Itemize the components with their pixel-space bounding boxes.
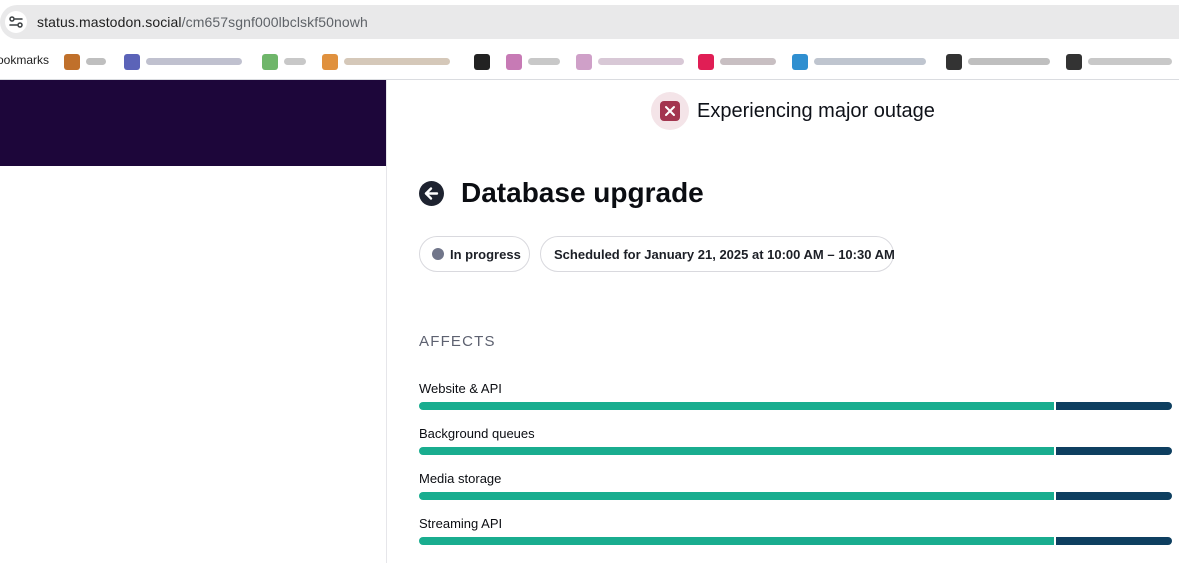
bookmark-item[interactable] — [698, 51, 780, 71]
system-status-banner: Experiencing major outage — [651, 92, 935, 130]
maintenance-segment[interactable] — [1056, 447, 1172, 455]
status-dot-icon — [432, 248, 444, 260]
affected-component: Media storage — [419, 471, 1172, 501]
arrow-left-icon — [424, 186, 439, 200]
operational-segment[interactable] — [419, 447, 1054, 455]
bookmark-obscured-label — [284, 58, 306, 65]
component-name: Streaming API — [419, 516, 503, 531]
bookmark-favicon-icon — [262, 54, 278, 70]
affected-component: Streaming API — [419, 516, 1172, 546]
bookmark-obscured-label — [598, 58, 684, 65]
url-host: status.mastodon.social — [37, 14, 182, 30]
bookmark-item[interactable] — [474, 51, 496, 71]
bookmark-item[interactable] — [576, 51, 686, 71]
bookmark-favicon-icon — [946, 54, 962, 70]
page: status.mastodon.social/cm657sgnf000lbcls… — [0, 0, 1179, 563]
component-name: Website & API — [419, 381, 502, 396]
maintenance-segment[interactable] — [1056, 492, 1172, 500]
bookmark-item[interactable] — [946, 51, 1052, 71]
site-settings-icon[interactable] — [5, 11, 27, 33]
bookmark-item[interactable] — [262, 51, 310, 71]
bookmark-item[interactable] — [124, 51, 248, 71]
bookmark-obscured-label — [344, 58, 450, 65]
status-text: Experiencing major outage — [697, 99, 935, 122]
status-label: In progress — [450, 246, 521, 262]
incident-page: Experiencing major outage Database upgra… — [387, 80, 1179, 563]
page-title: Database upgrade — [461, 177, 704, 208]
close-icon — [660, 101, 680, 121]
operational-segment[interactable] — [419, 402, 1054, 410]
bookmark-item[interactable] — [792, 51, 932, 71]
bookmark-obscured-label — [528, 58, 560, 65]
bookmark-obscured-label — [814, 58, 926, 65]
bookmark-obscured-label — [968, 58, 1050, 65]
left-panel — [0, 80, 387, 563]
affected-component: Background queues — [419, 426, 1172, 456]
component-name: Background queues — [419, 426, 535, 441]
bookmark-favicon-icon — [124, 54, 140, 70]
bookmark-favicon-icon — [576, 54, 592, 70]
brand-banner — [0, 80, 386, 166]
bookmark-favicon-icon — [474, 54, 490, 70]
bookmarks-bar: ookmarks — [0, 44, 1179, 80]
incident-header: Database upgrade — [419, 176, 704, 210]
url-text[interactable]: status.mastodon.social/cm657sgnf000lbcls… — [37, 14, 368, 30]
component-status-bar — [419, 537, 1172, 545]
bookmark-obscured-label — [146, 58, 242, 65]
address-bar[interactable]: status.mastodon.social/cm657sgnf000lbcls… — [0, 5, 1179, 39]
bookmark-favicon-icon — [792, 54, 808, 70]
bookmark-item[interactable] — [1066, 51, 1174, 71]
bookmark-item[interactable] — [506, 51, 564, 71]
maintenance-segment[interactable] — [1056, 402, 1172, 410]
component-status-bar — [419, 492, 1172, 500]
bookmark-obscured-label — [720, 58, 776, 65]
url-path: /cm657sgnf000lbclskf50nowh — [181, 14, 368, 30]
schedule-label: Scheduled for January 21, 2025 at 10:00 … — [554, 246, 895, 262]
affects-heading: AFFECTS — [419, 333, 496, 350]
operational-segment[interactable] — [419, 537, 1054, 545]
bookmark-favicon-icon — [322, 54, 338, 70]
status-badge: In progress — [419, 236, 530, 272]
outage-icon — [651, 92, 689, 130]
bookmark-obscured-label — [1088, 58, 1172, 65]
bookmarks-label[interactable]: ookmarks — [0, 53, 49, 67]
browser-toolbar: status.mastodon.social/cm657sgnf000lbcls… — [0, 0, 1179, 44]
component-status-bar — [419, 447, 1172, 455]
back-button[interactable] — [419, 180, 444, 206]
bookmark-favicon-icon — [506, 54, 522, 70]
maintenance-segment[interactable] — [1056, 537, 1172, 545]
bookmark-favicon-icon — [1066, 54, 1082, 70]
bookmark-item[interactable] — [64, 51, 110, 71]
bookmark-favicon-icon — [64, 54, 80, 70]
bookmark-item[interactable] — [322, 51, 454, 71]
bookmark-obscured-label — [86, 58, 106, 65]
component-name: Media storage — [419, 471, 502, 486]
operational-segment[interactable] — [419, 492, 1054, 500]
affected-component: Website & API — [419, 381, 1172, 411]
bookmark-favicon-icon — [698, 54, 714, 70]
schedule-badge: Scheduled for January 21, 2025 at 10:00 … — [540, 236, 895, 272]
component-status-bar — [419, 402, 1172, 410]
